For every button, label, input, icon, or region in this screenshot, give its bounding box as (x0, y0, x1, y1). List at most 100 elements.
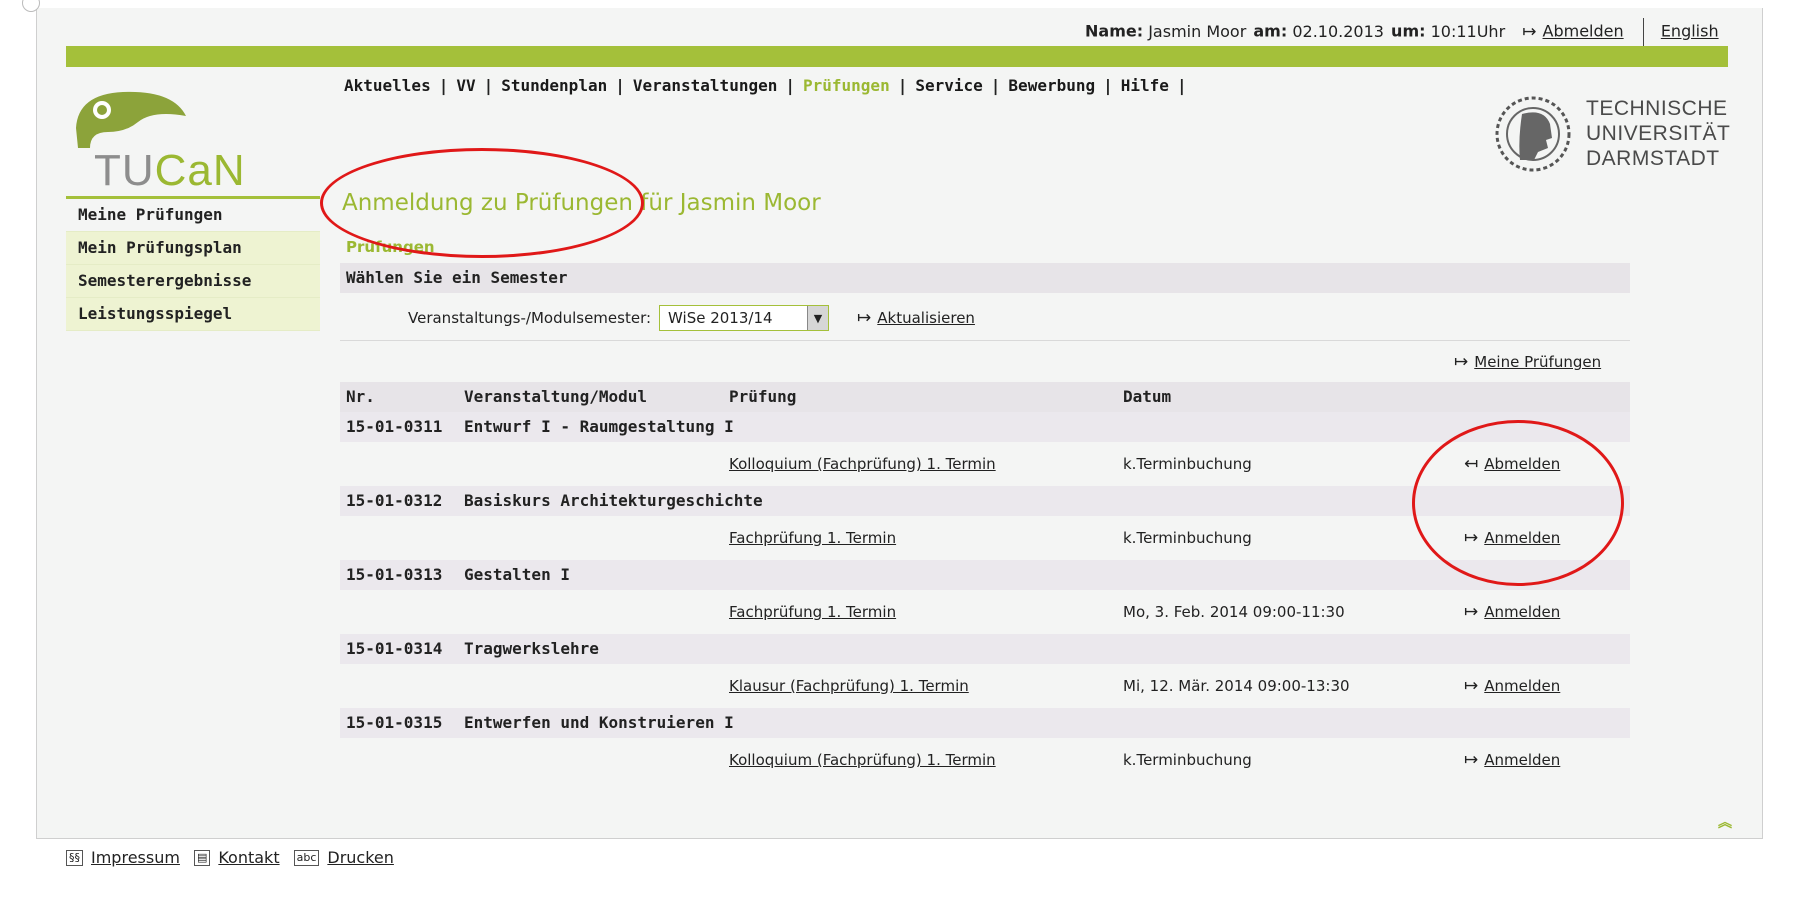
register-action[interactable]: ↦ Anmelden (1454, 516, 1560, 560)
drucken-link[interactable]: Drucken (327, 848, 394, 867)
arrow-right-icon: ↦ (1522, 21, 1537, 42)
nav-separator: | (785, 76, 795, 95)
register-action[interactable]: ↦ Anmelden (1454, 590, 1560, 634)
exam-link[interactable]: Kolloquium (Fachprüfung) 1. Termin (729, 751, 996, 769)
sidebar-item-meine-pruefungen[interactable]: Meine Prüfungen (66, 199, 320, 232)
semester-select[interactable]: WiSe 2013/14 ▼ (659, 305, 830, 331)
register-link[interactable]: Anmelden (1484, 751, 1560, 769)
date-label: am: (1253, 21, 1288, 41)
nav-item[interactable]: VV (456, 76, 475, 95)
nav-separator: | (897, 76, 908, 95)
exam-table: Nr. Veranstaltung/Modul Prüfung Datum 15… (340, 382, 1630, 782)
main-nav: Aktuelles | VV | Stundenplan | Veranstaltungen… (344, 76, 1195, 95)
nav-item[interactable]: Bewerbung (1008, 76, 1095, 95)
my-exams-link[interactable]: Meine Prüfungen (1474, 353, 1601, 371)
separator (1642, 18, 1644, 46)
university-seal-icon (1495, 96, 1571, 172)
module-number: 15-01-0314 (346, 639, 443, 658)
exam-row: Klausur (Fachprüfung) 1. Termin Mi, 12. M… (340, 664, 1630, 708)
exam-date: k.Terminbuchung (1123, 529, 1252, 547)
nav-item[interactable]: Veranstaltungen (633, 76, 778, 95)
footer: §§ Impressum ▤ Kontakt abc Drucken (66, 848, 408, 867)
exam-date: k.Terminbuchung (1123, 751, 1252, 769)
refresh-link[interactable]: Aktualisieren (877, 309, 975, 327)
exam-date: Mi, 12. Mär. 2014 09:00-13:30 (1123, 677, 1350, 695)
exam-link[interactable]: Klausur (Fachprüfung) 1. Termin (729, 677, 969, 695)
nav-item[interactable]: Service (915, 76, 982, 95)
sidebar-item-pruefungsplan[interactable]: Mein Prüfungsplan (66, 232, 320, 265)
register-action[interactable]: ↦ Anmelden (1454, 738, 1560, 782)
module-name: Entwurf I - Raumgestaltung I (464, 417, 734, 436)
sidebar-item-leistungsspiegel[interactable]: Leistungsspiegel (66, 298, 320, 331)
module-name: Gestalten I (464, 565, 570, 584)
nav-separator: | (1103, 76, 1113, 95)
university-name-line: TECHNISCHE (1586, 97, 1728, 120)
language-link[interactable]: English (1661, 22, 1719, 41)
module-name: Basiskurs Architekturgeschichte (464, 491, 763, 510)
register-link[interactable]: Anmelden (1484, 677, 1560, 695)
module-row: 15-01-0315 Entwerfen und Konstruieren I (340, 708, 1630, 738)
login-date: 02.10.2013 (1292, 21, 1384, 41)
register-link[interactable]: Anmelden (1484, 529, 1560, 547)
logout-link[interactable]: Abmelden (1543, 22, 1624, 41)
divider (340, 340, 1630, 341)
semester-selector-row: Veranstaltungs-/Modulsemester: WiSe 2013… (408, 305, 975, 331)
exam-date: k.Terminbuchung (1123, 455, 1252, 473)
register-action[interactable]: ↦ Anmelden (1454, 664, 1560, 708)
arrow-right-icon: ↦ (1464, 676, 1479, 696)
exam-link[interactable]: Kolloquium (Fachprüfung) 1. Termin (729, 455, 996, 473)
header-green-bar (66, 46, 1728, 67)
module-number: 15-01-0312 (346, 491, 443, 510)
breadcrumb: Prüfungen (346, 238, 435, 256)
exam-row: Fachprüfung 1. Termin Mo, 3. Feb. 2014 09… (340, 590, 1630, 634)
semester-select-value: WiSe 2013/14 (668, 309, 773, 327)
tucan-logo-text: TUCaN (94, 146, 246, 195)
deregister-action[interactable]: ↤ Abmelden (1454, 442, 1560, 486)
my-exams-action[interactable]: ↦ Meine Prüfungen (1444, 352, 1601, 372)
dropdown-arrow-icon[interactable]: ▼ (807, 306, 829, 330)
arrow-right-icon: ↦ (1454, 352, 1469, 372)
module-name: Tragwerkslehre (464, 639, 599, 658)
column-header-date: Datum (1123, 387, 1172, 406)
semester-label: Veranstaltungs-/Modulsemester: (408, 309, 652, 327)
back-to-top-icon[interactable]: ︽ (1718, 812, 1732, 832)
arrow-left-icon: ↤ (1464, 454, 1479, 474)
module-row: 15-01-0312 Basiskurs Architekturgeschicht… (340, 486, 1630, 516)
paragraph-icon: §§ (66, 849, 83, 866)
nav-separator: | (1176, 76, 1187, 95)
nav-item[interactable]: Stundenplan (501, 76, 607, 95)
module-number: 15-01-0311 (346, 417, 443, 436)
exam-link[interactable]: Fachprüfung 1. Termin (729, 603, 896, 621)
column-header-module: Veranstaltung/Modul (464, 387, 648, 406)
deregister-link[interactable]: Abmelden (1484, 455, 1560, 473)
sidebar-item-semesterergebnisse[interactable]: Semesterergebnisse (66, 265, 320, 298)
university-name-line: UNIVERSITÄT (1586, 122, 1731, 145)
kontakt-link[interactable]: Kontakt (218, 848, 279, 867)
table-header-row: Nr. Veranstaltung/Modul Prüfung Datum (340, 382, 1630, 412)
exam-link[interactable]: Fachprüfung 1. Termin (729, 529, 896, 547)
exam-date: Mo, 3. Feb. 2014 09:00-11:30 (1123, 603, 1345, 621)
arrow-right-icon: ↦ (1464, 602, 1479, 622)
module-row: 15-01-0313 Gestalten I (340, 560, 1630, 590)
sidebar: Meine Prüfungen Mein Prüfungsplan Semest… (66, 196, 320, 331)
exam-row: Kolloquium (Fachprüfung) 1. Termin k.Term… (340, 738, 1630, 782)
arrow-right-icon: ↦ (857, 308, 872, 328)
user-name: Jasmin Moor (1148, 21, 1247, 41)
module-number: 15-01-0313 (346, 565, 443, 584)
column-header-nr: Nr. (346, 387, 375, 406)
register-link[interactable]: Anmelden (1484, 603, 1560, 621)
time-label: um: (1391, 21, 1426, 41)
nav-item[interactable]: Prüfungen (803, 76, 890, 95)
contact-card-icon: ▤ (193, 849, 211, 866)
module-row: 15-01-0311 Entwurf I - Raumgestaltung I (340, 412, 1630, 442)
semester-section-header: Wählen Sie ein Semester (340, 263, 1630, 293)
exam-row: Fachprüfung 1. Termin k.Terminbuchung ↦ Anm… (340, 516, 1630, 560)
nav-item[interactable]: Aktuelles (344, 76, 431, 95)
refresh-action[interactable]: ↦ Aktualisieren (847, 308, 975, 328)
module-name: Entwerfen und Konstruieren I (464, 713, 734, 732)
university-name-line: DARMSTADT (1586, 147, 1720, 170)
nav-item[interactable]: Hilfe (1121, 76, 1169, 95)
login-time: 10:11Uhr (1430, 21, 1506, 41)
print-icon: abc (293, 849, 320, 866)
impressum-link[interactable]: Impressum (91, 848, 180, 867)
